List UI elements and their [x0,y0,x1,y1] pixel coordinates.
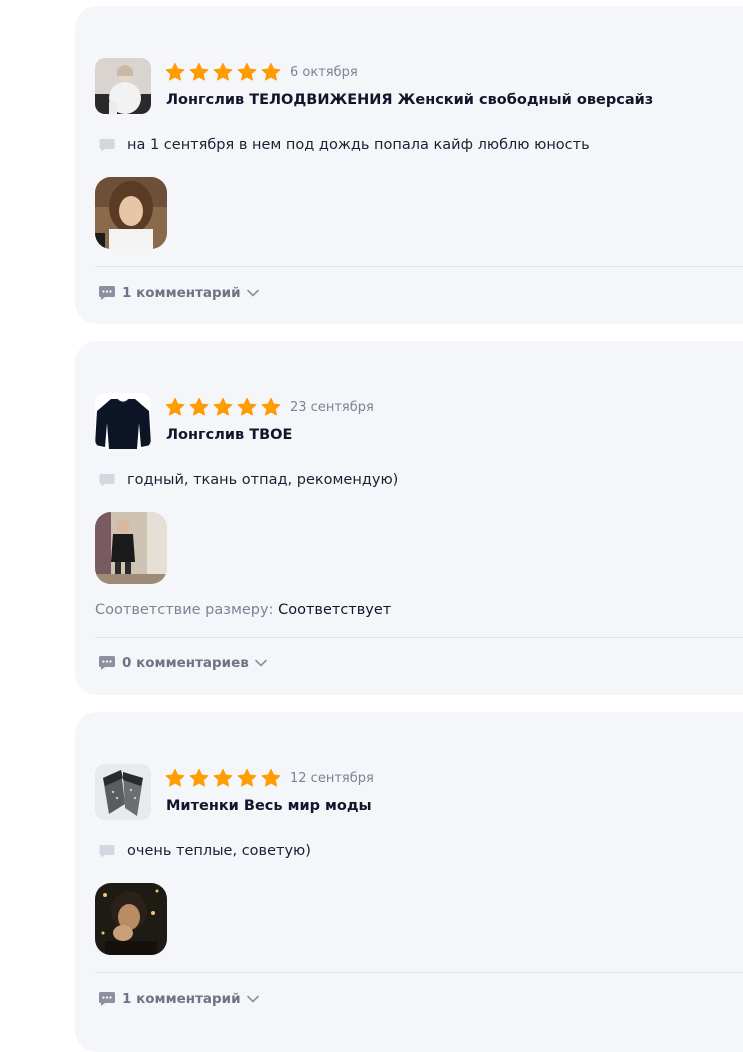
star-icon [189,397,209,416]
comments-count[interactable]: 0 комментариев [122,655,249,671]
review-text: на 1 сентября в нем под дождь попала кай… [127,137,590,153]
review-photo[interactable] [95,177,167,249]
star-icon [213,397,233,416]
size-fit-row: Соответствие размеру: Соответствует [95,602,391,618]
star-icon [165,62,185,81]
product-title[interactable]: Лонгслив ТВОЕ [166,427,292,443]
review-text-row: годный, ткань отпад, рекомендую) [99,472,398,488]
review-text: годный, ткань отпад, рекомендую) [127,472,399,488]
size-fit-label: Соответствие размеру: [95,602,279,618]
star-icon [237,397,257,416]
review-text: очень теплые, советую) [127,843,311,859]
star-icon [165,397,185,416]
review-card: 12 сентября Митенки Весь мир моды очень … [75,712,743,1052]
review-card: 6 октября Лонгслив ТЕЛОДВИЖЕНИЯ Женский … [75,6,743,324]
product-thumbnail[interactable] [95,393,151,449]
divider [95,972,743,973]
review-date: 6 октября [290,65,358,80]
chevron-down-icon [255,659,267,667]
divider [95,266,743,267]
comments-toggle[interactable]: 0 комментариев [98,655,267,671]
star-icon [261,397,281,416]
chevron-down-icon [246,289,259,297]
size-fit-value: Соответствует [278,602,392,618]
star-icon [237,768,257,787]
star-icon [189,62,209,81]
review-text-row: на 1 сентября в нем под дождь попала кай… [99,137,590,153]
comment-icon [99,656,115,670]
rating-stars [165,397,281,417]
comment-icon [99,286,115,300]
star-icon [237,62,257,81]
star-icon [213,62,233,81]
chat-bubble-icon [99,845,115,858]
comments-toggle[interactable]: 1 комментарий [98,991,259,1007]
review-date: 23 сентября [290,400,374,415]
product-title[interactable]: Лонгслив ТЕЛОДВИЖЕНИЯ Женский свободный … [166,92,653,108]
chevron-down-icon [246,995,259,1003]
review-card: 23 сентября Лонгслив ТВОЕ годный, ткань … [75,341,743,695]
star-icon [189,768,209,787]
review-photo[interactable] [95,883,167,955]
star-icon [165,768,185,787]
comments-count[interactable]: 1 комментарий [122,991,241,1007]
review-photo[interactable] [95,512,167,584]
product-title[interactable]: Митенки Весь мир моды [166,798,372,814]
comments-toggle[interactable]: 1 комментарий [98,285,259,301]
review-date: 12 сентября [290,771,374,786]
star-icon [213,768,233,787]
rating-stars [165,768,281,788]
star-icon [261,62,281,81]
product-thumbnail[interactable] [95,764,151,820]
comment-icon [99,992,115,1006]
divider [95,637,743,638]
product-thumbnail[interactable] [95,58,151,114]
chat-bubble-icon [99,474,115,487]
star-icon [261,768,281,787]
review-text-row: очень теплые, советую) [99,843,311,859]
rating-stars [165,62,281,82]
comments-count[interactable]: 1 комментарий [122,285,241,301]
chat-bubble-icon [99,139,115,152]
